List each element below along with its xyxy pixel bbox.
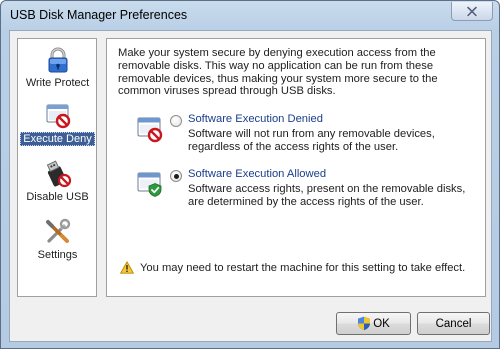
sidebar-item-label: Disable USB: [26, 191, 89, 203]
sidebar-item-settings[interactable]: Settings: [20, 215, 95, 267]
uac-shield-icon: [358, 316, 371, 331]
client-area: Write Protect Execute Deny Disable USB S…: [9, 30, 492, 342]
sidebar-item-write-protect[interactable]: Write Protect: [20, 43, 95, 95]
option-execution-denied: Software Execution Denied Software will …: [136, 113, 481, 153]
cancel-button[interactable]: Cancel: [417, 312, 490, 335]
warning-text: You may need to restart the machine for …: [140, 262, 466, 274]
close-icon: [466, 5, 478, 17]
ok-button[interactable]: OK: [336, 312, 411, 335]
allowed-radio[interactable]: [170, 170, 182, 182]
settings-panel: Make your system secure by denying execu…: [106, 38, 486, 297]
intro-text: Make your system secure by denying execu…: [118, 47, 438, 98]
title-bar[interactable]: USB Disk Manager Preferences: [1, 1, 499, 29]
usb-blocked-icon: [46, 160, 71, 188]
sidebar-item-label: Execute Deny: [20, 132, 95, 146]
padlock-icon: [48, 47, 67, 73]
sidebar-item-disable-usb[interactable]: Disable USB: [20, 157, 95, 209]
sidebar-item-label: Settings: [37, 249, 78, 261]
ok-label: OK: [373, 317, 390, 330]
denied-description: Software will not run from any removable…: [188, 128, 435, 153]
option-execution-allowed: Software Execution Allowed Software acce…: [136, 168, 481, 208]
warning-icon: [120, 261, 134, 274]
preferences-window: USB Disk Manager Preferences Write Prote…: [0, 0, 500, 349]
tools-icon: [45, 218, 70, 243]
sidebar: Write Protect Execute Deny Disable USB S…: [17, 38, 97, 297]
restart-warning: You may need to restart the machine for …: [120, 260, 480, 278]
sidebar-item-execute-deny[interactable]: Execute Deny: [20, 98, 95, 150]
cancel-label: Cancel: [435, 317, 472, 330]
sidebar-item-label: Write Protect: [25, 77, 90, 89]
close-button[interactable]: [451, 2, 493, 21]
window-title: USB Disk Manager Preferences: [10, 8, 188, 22]
denied-radio[interactable]: [170, 115, 182, 127]
allowed-description: Software access rights, present on the r…: [188, 183, 466, 208]
window-allowed-icon: [137, 172, 162, 197]
denied-label[interactable]: Software Execution Denied: [188, 113, 323, 125]
blocked-window-icon: [46, 104, 70, 129]
allowed-label[interactable]: Software Execution Allowed: [188, 168, 326, 180]
window-denied-icon: [137, 117, 163, 143]
